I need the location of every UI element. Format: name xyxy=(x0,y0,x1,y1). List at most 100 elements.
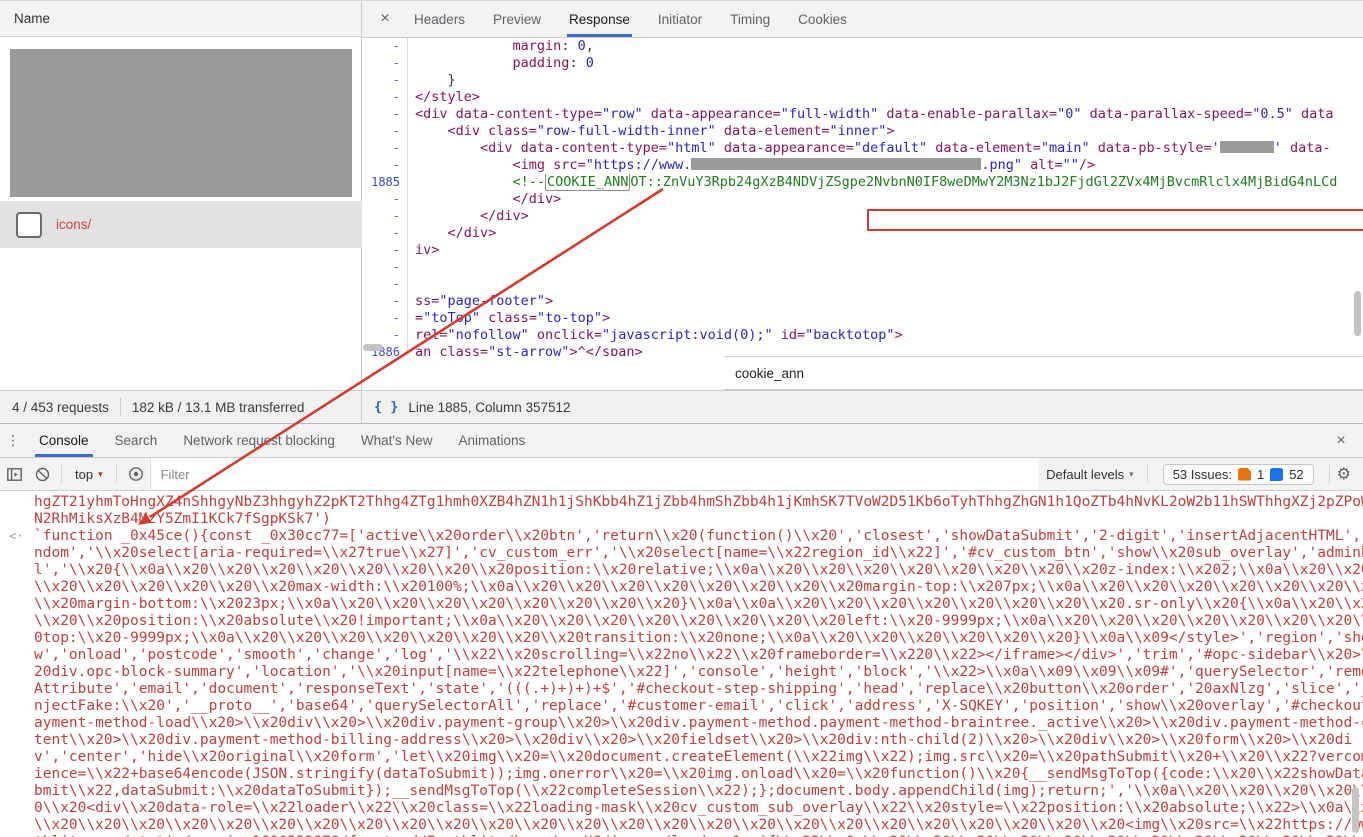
console-log-line: l','\\x20{\\x0a\\x20\\x20\\x20\\x20\\x20… xyxy=(0,562,1363,579)
code-line: <div data-content-type="html" data-appea… xyxy=(415,140,1331,156)
code-line: <img src="https://www. .png" alt=""/> xyxy=(415,157,1096,173)
code-lines: margin: 0, padding: 0 } </style> <div data… xyxy=(409,38,1363,356)
console-log-text: \\x20margin-bottom:\\x2023px;\\x0a\\x20\… xyxy=(34,596,1363,612)
console-log-line: N2RhMiksXzB4MzY5ZmI1KCk7fSgpKSk7') xyxy=(0,511,1363,528)
transferred-size: 182 kB / 13.1 MB transferred xyxy=(131,399,305,415)
line-number[interactable]: - xyxy=(362,106,407,123)
horizontal-scrollbar[interactable] xyxy=(363,344,383,351)
tab-response[interactable]: Response xyxy=(555,1,644,37)
log-levels-selector[interactable]: Default levels ▾ xyxy=(1038,467,1142,482)
line-number[interactable]: - xyxy=(362,72,407,89)
line-number[interactable]: - xyxy=(362,191,407,208)
tab-cookies[interactable]: Cookies xyxy=(784,1,861,37)
console-log-line: \\x20margin-bottom:\\x2023px;\\x0a\\x20\… xyxy=(0,596,1363,613)
console-drawer: ⋮ Console Search Network request blockin… xyxy=(0,424,1363,837)
network-name-label: Name xyxy=(14,11,51,26)
line-number[interactable]: - xyxy=(362,276,407,293)
requests-count: 4 / 453 requests xyxy=(12,399,109,415)
code-line: an class="st-arrow">^</span> xyxy=(415,344,643,356)
line-number[interactable]: - xyxy=(362,327,407,344)
console-log-line: ience=\\x22+base64encode(JSON.stringify(… xyxy=(0,766,1363,783)
console-log-line: 20div.opc-block-summary','location','\\x… xyxy=(0,664,1363,681)
redacted-text xyxy=(691,158,982,170)
console-result-marker: <· xyxy=(9,529,24,543)
redacted-image-preview xyxy=(10,49,352,197)
console-log-line: \\x20\\x20position:\\x20absolute\\x20!im… xyxy=(0,613,1363,630)
line-number[interactable]: - xyxy=(362,123,407,140)
line-number[interactable]: - xyxy=(362,242,407,259)
console-log-text: ience=\\x22+base64encode(JSON.stringify(… xyxy=(34,766,1363,782)
console-log-text: \\x20\\x20\\x20\\x20\\x20\\x20\\x20\\x20… xyxy=(34,817,1363,833)
console-tabbar: ⋮ Console Search Network request blockin… xyxy=(0,424,1363,458)
line-number[interactable]: - xyxy=(362,157,407,174)
tab-console[interactable]: Console xyxy=(26,424,102,457)
gear-icon[interactable]: ⚙ xyxy=(1337,464,1351,484)
context-selector[interactable]: top ▾ xyxy=(67,467,111,482)
console-log-line: <· `function _0x45ce(){const _0x30cc77=['… xyxy=(0,528,1363,545)
code-gutter: - - - - - - - -1885- - - - - - - - -1886 xyxy=(362,38,408,356)
line-number[interactable]: 1885 xyxy=(362,174,407,191)
chevron-down-icon: ▾ xyxy=(1129,468,1134,479)
console-log-line: 0top:\\x20-9999px;\\x0a\\x20\\x20\\x20\\… xyxy=(0,630,1363,647)
line-number[interactable]: - xyxy=(362,38,407,55)
console-output[interactable]: hgZT21yhmToHngXZ4nShhgyNbZ3hhgyhZ2pKT2Th… xyxy=(0,492,1363,837)
console-log-text: 0\\x20<div\\x20data-role=\\x22loader\\x2… xyxy=(34,800,1363,816)
request-name[interactable]: icons/ xyxy=(56,217,91,232)
console-log-text: `function _0x45ce(){const _0x30cc77=['ac… xyxy=(34,528,1363,544)
tab-animations[interactable]: Animations xyxy=(445,424,538,457)
code-line: margin: 0, xyxy=(415,38,594,54)
tab-timing[interactable]: Timing xyxy=(716,1,784,37)
search-input[interactable] xyxy=(724,357,1363,389)
issues-label: 53 Issues: xyxy=(1172,466,1232,482)
console-log-text: 0top:\\x20-9999px;\\x0a\\x20\\x20\\x20\\… xyxy=(34,630,1363,646)
console-log-line: \\x20\\x20\\x20\\x20\\x20\\x20max-width:… xyxy=(0,579,1363,596)
divider xyxy=(119,398,121,416)
tab-headers[interactable]: Headers xyxy=(400,1,479,37)
console-log-text: v','center','hide\\x20original\\x20form'… xyxy=(34,749,1363,765)
line-number[interactable]: - xyxy=(362,89,407,106)
console-log-line: ndom','\\x20select[aria-required=\\x27tr… xyxy=(0,545,1363,562)
response-code-viewer[interactable]: - - - - - - - -1885- - - - - - - - -1886 margin: 0, pad… xyxy=(362,38,1363,356)
console-sidebar-icon[interactable] xyxy=(0,462,28,486)
line-number[interactable]: - xyxy=(362,140,407,157)
console-log-text: 20div.opc-block-summary','location','\\x… xyxy=(34,664,1363,680)
tab-preview[interactable]: Preview xyxy=(479,1,555,37)
response-tabbar: × Headers Preview Response Initiator Tim… xyxy=(362,1,1363,38)
network-summary: 4 / 453 requests 182 kB / 13.1 MB transf… xyxy=(0,391,362,423)
line-number[interactable]: - xyxy=(362,208,407,225)
close-icon[interactable]: × xyxy=(370,10,400,28)
chevron-down-icon: ▾ xyxy=(98,468,103,479)
network-request-row[interactable]: icons/ xyxy=(0,201,362,248)
network-name-column-header[interactable]: Name xyxy=(0,1,361,37)
clear-console-icon[interactable] xyxy=(28,462,56,486)
line-number[interactable]: - xyxy=(362,293,407,310)
braces-icon: { } xyxy=(374,399,399,415)
code-line: iv> xyxy=(415,242,440,258)
tab-whats-new[interactable]: What's New xyxy=(348,424,446,457)
code-line: </div> xyxy=(415,191,562,207)
console-log-line: hgZT21yhmToHngXZ4nShhgyNbZ3hhgyhZ2pKT2Th… xyxy=(0,494,1363,511)
issue-warning-count: 1 xyxy=(1256,466,1265,482)
kebab-menu-icon[interactable]: ⋮ xyxy=(0,432,26,449)
tab-initiator[interactable]: Initiator xyxy=(644,1,716,37)
line-number[interactable]: - xyxy=(362,225,407,242)
vertical-scrollbar[interactable] xyxy=(1354,291,1361,336)
console-filter-input[interactable] xyxy=(149,458,1039,490)
eye-icon[interactable] xyxy=(122,462,150,486)
tab-network-request-blocking[interactable]: Network request blocking xyxy=(170,424,348,457)
log-levels-label: Default levels xyxy=(1046,466,1125,482)
console-log-line: Attribute','email','document','responseT… xyxy=(0,681,1363,698)
network-panel: Name icons/ xyxy=(0,1,362,391)
line-number[interactable]: - xyxy=(362,55,407,72)
console-scrollbar[interactable] xyxy=(1352,787,1359,833)
close-icon[interactable]: × xyxy=(1327,424,1355,457)
issues-counter[interactable]: 53 Issues: 1 52 xyxy=(1162,463,1314,485)
tab-search[interactable]: Search xyxy=(102,424,171,457)
line-number[interactable]: - xyxy=(362,259,407,276)
issue-message-count: 52 xyxy=(1289,466,1304,482)
issue-warning-icon xyxy=(1237,467,1251,481)
console-log-text: tent\\x20>\\x20div.payment-method-billin… xyxy=(34,732,1353,748)
line-number[interactable]: - xyxy=(362,310,407,327)
